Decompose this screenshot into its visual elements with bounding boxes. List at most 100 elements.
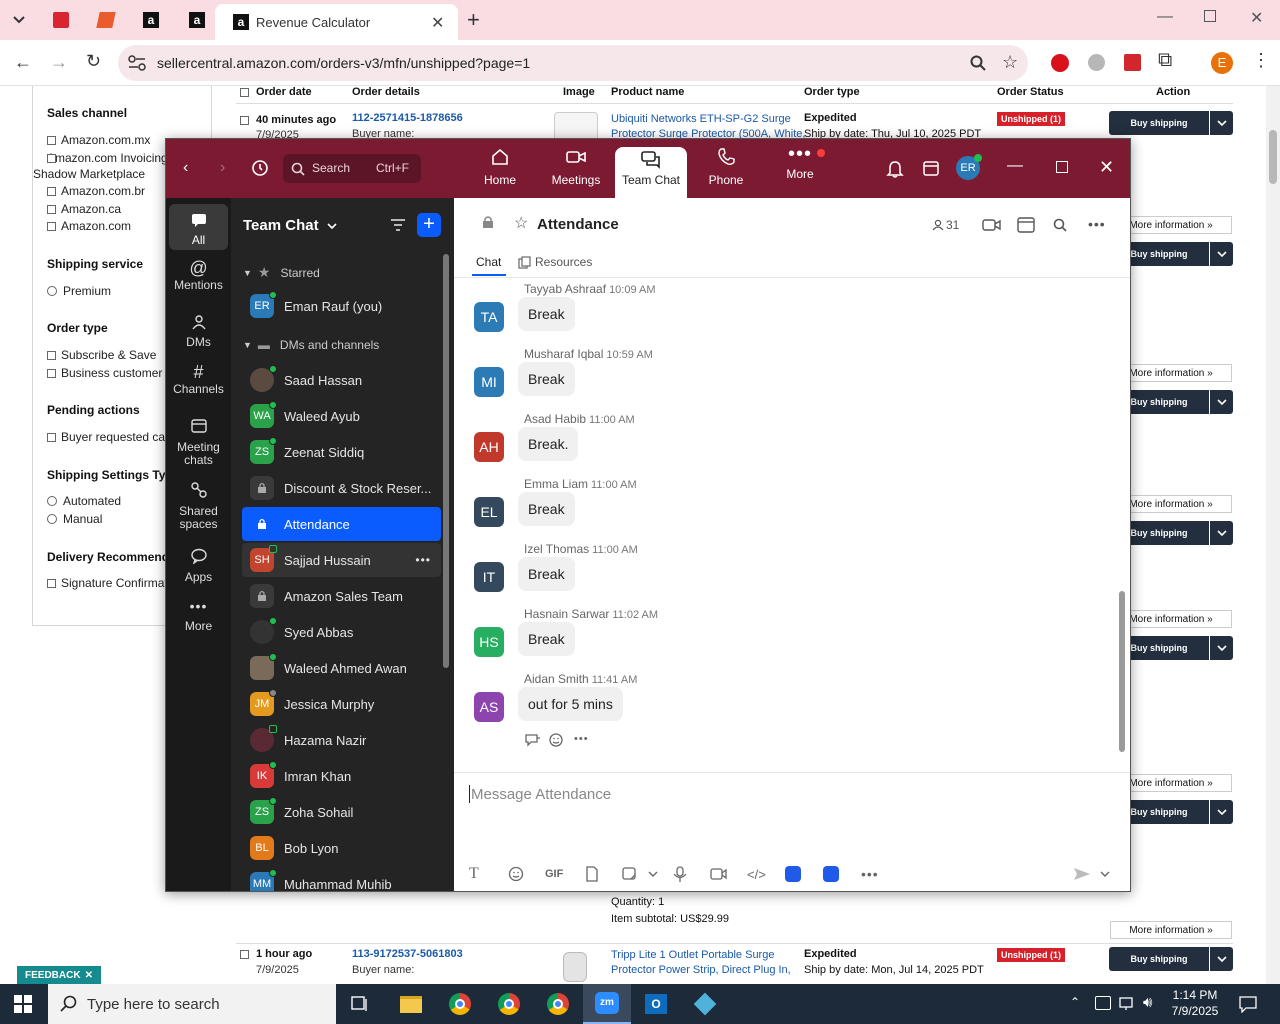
zoom-taskbar-button[interactable]: zm [583, 984, 631, 1024]
rail-channels[interactable]: # Channels [169, 363, 228, 396]
close-icon[interactable]: ✕ [1099, 157, 1114, 178]
rail-more[interactable]: ••• More [169, 599, 228, 633]
rail-meeting-chats[interactable]: Meeting chats [169, 418, 228, 467]
calendar-icon[interactable] [1017, 216, 1035, 233]
minimize-icon[interactable]: — [1007, 157, 1023, 175]
chat-item[interactable]: ZS Zeenat Siddiq [242, 435, 441, 469]
channel-item[interactable]: Amazon Sales Team [242, 579, 441, 613]
order2-product-link[interactable]: Tripp Lite 1 Outlet Portable Surge Protec… [611, 948, 791, 978]
tab-chat[interactable]: Chat [476, 255, 501, 269]
chrome-icon[interactable] [446, 990, 474, 1018]
member-count[interactable]: 31 [932, 218, 959, 232]
filter-option[interactable]: Amazon.com [47, 219, 131, 233]
filter-option[interactable]: Amazon.com.br [47, 184, 145, 198]
send-icon[interactable] [1072, 865, 1092, 883]
extension-adblock-icon[interactable] [1051, 54, 1069, 72]
volume-icon[interactable]: 🔊︎ [1143, 994, 1152, 1011]
back-icon[interactable]: ‹ [183, 159, 188, 177]
chat-item[interactable]: WA Waleed Ayub [242, 399, 441, 433]
gif-button[interactable]: GIF [545, 868, 583, 880]
close-window-icon[interactable]: ✕ [1250, 8, 1263, 28]
app-integration-icon-2[interactable] [823, 866, 839, 882]
chat-item[interactable]: IK Imran Khan [242, 759, 441, 793]
chat-item[interactable]: BL Bob Lyon [242, 831, 441, 865]
nav-team-chat[interactable]: Team Chat [615, 147, 687, 198]
history-icon[interactable] [250, 159, 268, 177]
filter-option[interactable]: Business customer [47, 366, 162, 380]
message[interactable]: TA Tayyab Ashraaf 10:09 AM Break [474, 282, 1074, 342]
extension-pdf-icon[interactable] [1124, 54, 1141, 71]
minimize-icon[interactable]: — [1157, 8, 1173, 26]
message[interactable]: EL Emma Liam 11:00 AM Break [474, 477, 1074, 537]
extension-globe-icon[interactable] [1088, 54, 1105, 71]
tray-chevron-icon[interactable]: ⌃ [1070, 995, 1080, 1009]
channel-item-attendance[interactable]: Attendance [242, 507, 441, 541]
extensions-puzzle-icon[interactable]: ⧉ [1158, 49, 1172, 72]
filter-option-manual[interactable]: Manual [47, 512, 102, 526]
omnibox[interactable]: sellercentral.amazon.com/orders-v3/mfn/u… [118, 45, 1028, 81]
bookmark-star-icon[interactable]: ☆ [1002, 52, 1018, 73]
buy-shipping-button[interactable]: Buy shipping [1109, 111, 1233, 135]
nav-phone[interactable]: Phone [706, 147, 746, 197]
emoji-icon[interactable] [507, 865, 545, 883]
sidebar-scrollbar-thumb[interactable] [443, 254, 449, 668]
tab-favicon-amazon-2[interactable]: a [186, 9, 208, 31]
more-tools-icon[interactable]: ••• [861, 866, 879, 882]
page-scrollbar-thumb[interactable] [1269, 130, 1277, 184]
message[interactable]: MI Musharaf Iqbal 10:59 AM Break [474, 347, 1074, 407]
rail-all[interactable]: All [169, 204, 228, 250]
reload-icon[interactable]: ↻ [86, 51, 101, 72]
nav-home[interactable]: Home [484, 147, 516, 197]
new-chat-button[interactable]: + [417, 213, 441, 237]
active-tab[interactable]: a Revenue Calculator ✕ [215, 4, 458, 40]
microphone-icon[interactable] [671, 865, 709, 883]
chrome-profile-3-icon[interactable] [544, 990, 572, 1018]
filter-option[interactable]: Amazon.ca [47, 202, 121, 216]
tab-favicon-2[interactable] [95, 9, 117, 31]
filter-option-premium[interactable]: Premium [47, 284, 111, 298]
nav-more[interactable]: ••• More [785, 144, 825, 197]
message[interactable]: AH Asad Habib 11:00 AM Break. [474, 412, 1074, 472]
user-avatar[interactable]: ER [956, 154, 982, 180]
taskbar-search[interactable]: Type here to search [48, 984, 336, 1024]
chat-item[interactable]: Saad Hassan [242, 363, 441, 397]
outlook-icon[interactable]: O [642, 990, 670, 1018]
channel-item[interactable]: Discount & Stock Reser... [242, 471, 441, 505]
dms-channels-section[interactable]: ▼ ▬ DMs and channels [243, 338, 379, 352]
chat-item[interactable]: MM Muhammad Muhib [242, 867, 441, 891]
network-icon[interactable] [1118, 996, 1136, 1012]
message[interactable]: IT Izel Thomas 11:00 AM Break [474, 542, 1074, 602]
windows-start-icon[interactable] [14, 995, 32, 1013]
task-view-icon[interactable] [346, 990, 374, 1018]
new-tab-icon[interactable]: + [467, 7, 480, 33]
order2-product-image[interactable] [563, 952, 587, 982]
bell-icon[interactable] [886, 159, 904, 179]
message[interactable]: HS Hasnain Sarwar 11:02 AM Break [474, 607, 1074, 667]
calendar-icon[interactable] [922, 159, 940, 177]
message-composer-input[interactable]: Message Attendance [469, 780, 1109, 808]
page-scrollbar[interactable] [1266, 86, 1280, 984]
app-integration-icon-1[interactable] [785, 866, 801, 882]
forward-arrow-icon[interactable]: → [50, 52, 68, 73]
search-icon[interactable] [1053, 218, 1067, 232]
chat-scrollbar-thumb[interactable] [1119, 591, 1125, 752]
file-explorer-icon[interactable] [397, 990, 425, 1018]
screenshot-icon[interactable] [621, 865, 645, 883]
message[interactable]: AS Aidan Smith 11:41 AM out for 5 mins [474, 672, 1074, 732]
app-diamond-icon[interactable] [691, 990, 719, 1018]
more-options-icon[interactable]: ••• [1088, 216, 1106, 232]
rail-dms[interactable]: DMs [169, 314, 228, 349]
reply-icon[interactable] [524, 732, 542, 748]
video-message-icon[interactable] [709, 865, 747, 883]
filter-icon[interactable] [390, 218, 406, 232]
tab-resources[interactable]: Resources [518, 255, 592, 269]
filter-option[interactable]: Amazon.com.mx [47, 133, 150, 147]
tray-notification-icon[interactable] [1095, 996, 1111, 1010]
file-icon[interactable] [583, 865, 621, 883]
chrome-profile-2-icon[interactable] [495, 990, 523, 1018]
starred-section[interactable]: ▼ ★ Starred [243, 264, 320, 281]
code-snippet-icon[interactable]: </> [747, 867, 785, 882]
video-call-icon[interactable] [982, 218, 1002, 232]
message-more-icon[interactable]: ••• [574, 733, 589, 745]
back-arrow-icon[interactable]: ← [14, 52, 32, 73]
